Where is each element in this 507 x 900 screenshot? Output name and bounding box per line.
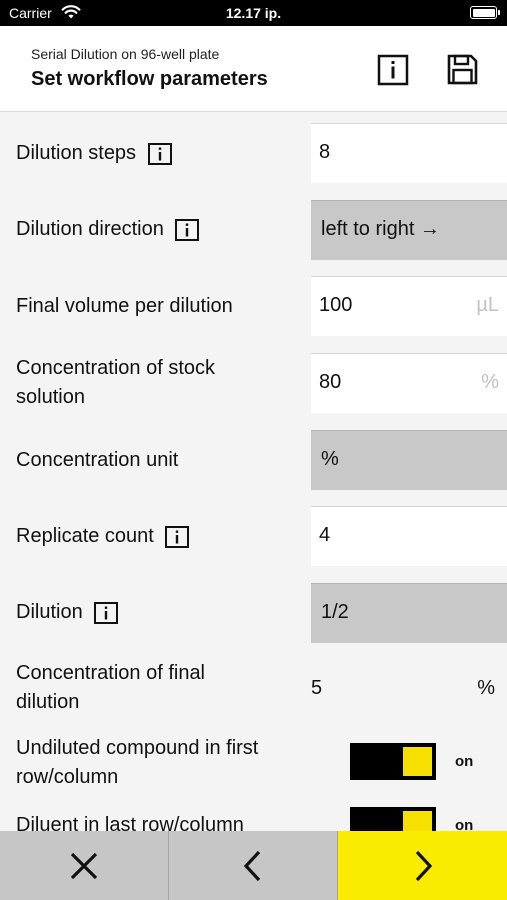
row-undiluted-first: Undiluted compound in first row/column o… [0,734,507,796]
save-button[interactable] [446,53,479,86]
dilution-steps-value: 8 [319,141,331,163]
toggle-knob [403,747,432,776]
dilution-value: 1/2 [321,601,349,623]
concentration-unit-label: Concentration unit [16,449,179,472]
dilution-direction-label: Dilution direction [16,215,200,244]
diluent-last-state: on [455,817,474,831]
row-stock-concentration: Concentration of stock solution 80 % [0,353,507,414]
battery-icon [470,6,500,19]
row-final-volume: Final volume per dilution 100 µL [0,276,507,337]
dilution-direction-select[interactable]: left to right → [311,200,507,260]
workflow-form[interactable]: Dilution steps 8 Dilution direction left… [0,113,507,831]
chevron-right-icon [415,850,432,881]
diluent-last-toggle[interactable] [350,807,436,831]
info-icon [377,54,409,86]
dilution-label: Dilution [16,598,119,627]
final-volume-unit: µL [476,294,499,316]
toggle-knob [403,811,432,831]
undiluted-first-label: Undiluted compound in first row/column [16,737,259,788]
header: Serial Dilution on 96-well plate Set wor… [0,26,507,112]
concentration-unit-value: % [321,448,339,470]
final-volume-label: Final volume per dilution [16,295,233,318]
stock-concentration-label: Concentration of stock solution [16,357,215,408]
save-icon [447,54,478,85]
info-icon[interactable] [175,218,200,241]
dilution-select[interactable]: 1/2 [311,583,507,643]
dilution-direction-value: left to right → [321,218,440,240]
info-button[interactable] [377,54,409,86]
replicate-count-value: 4 [319,524,331,546]
info-icon[interactable] [147,142,172,165]
row-final-dilution-concentration: Concentration of final dilution 5 % [0,659,507,721]
back-button[interactable] [169,831,338,900]
footer-nav [0,831,507,900]
concentration-unit-select[interactable]: % [311,430,507,490]
info-icon[interactable] [165,525,190,548]
chevron-left-icon [243,850,261,881]
undiluted-first-state: on [455,753,474,770]
row-dilution-steps: Dilution steps 8 [0,123,507,184]
next-button[interactable] [338,831,507,900]
row-concentration-unit: Concentration unit % [0,430,507,491]
undiluted-first-toggle[interactable] [350,743,436,780]
row-dilution: Dilution 1/2 [0,583,507,644]
workflow-subtitle: Serial Dilution on 96-well plate [31,46,220,62]
close-icon [70,852,98,879]
dilution-steps-label: Dilution steps [16,139,172,168]
row-replicate-count: Replicate count 4 [0,506,507,567]
cancel-button[interactable] [0,831,169,900]
replicate-count-input[interactable]: 4 [311,506,507,566]
stock-concentration-value: 80 [319,371,342,393]
status-bar: Carrier 12.17 ip. [0,0,507,26]
clock: 12.17 ip. [225,5,282,21]
final-dilution-concentration-unit: % [477,677,495,699]
final-dilution-concentration-label: Concentration of final dilution [16,662,206,713]
final-volume-input[interactable]: 100 µL [311,276,507,336]
stock-concentration-input[interactable]: 80 % [311,353,507,413]
final-volume-value: 100 [319,294,353,316]
row-dilution-direction: Dilution direction left to right → [0,200,507,261]
dilution-steps-input[interactable]: 8 [311,123,507,183]
diluent-last-label: Diluent in last row/column [16,814,244,831]
replicate-count-label: Replicate count [16,522,190,551]
stock-concentration-unit: % [481,371,499,393]
row-diluent-last: Diluent in last row/column on [0,807,507,831]
final-dilution-concentration-value: 5 [311,677,323,699]
page-title: Set workflow parameters [31,68,268,90]
info-icon[interactable] [94,601,119,624]
